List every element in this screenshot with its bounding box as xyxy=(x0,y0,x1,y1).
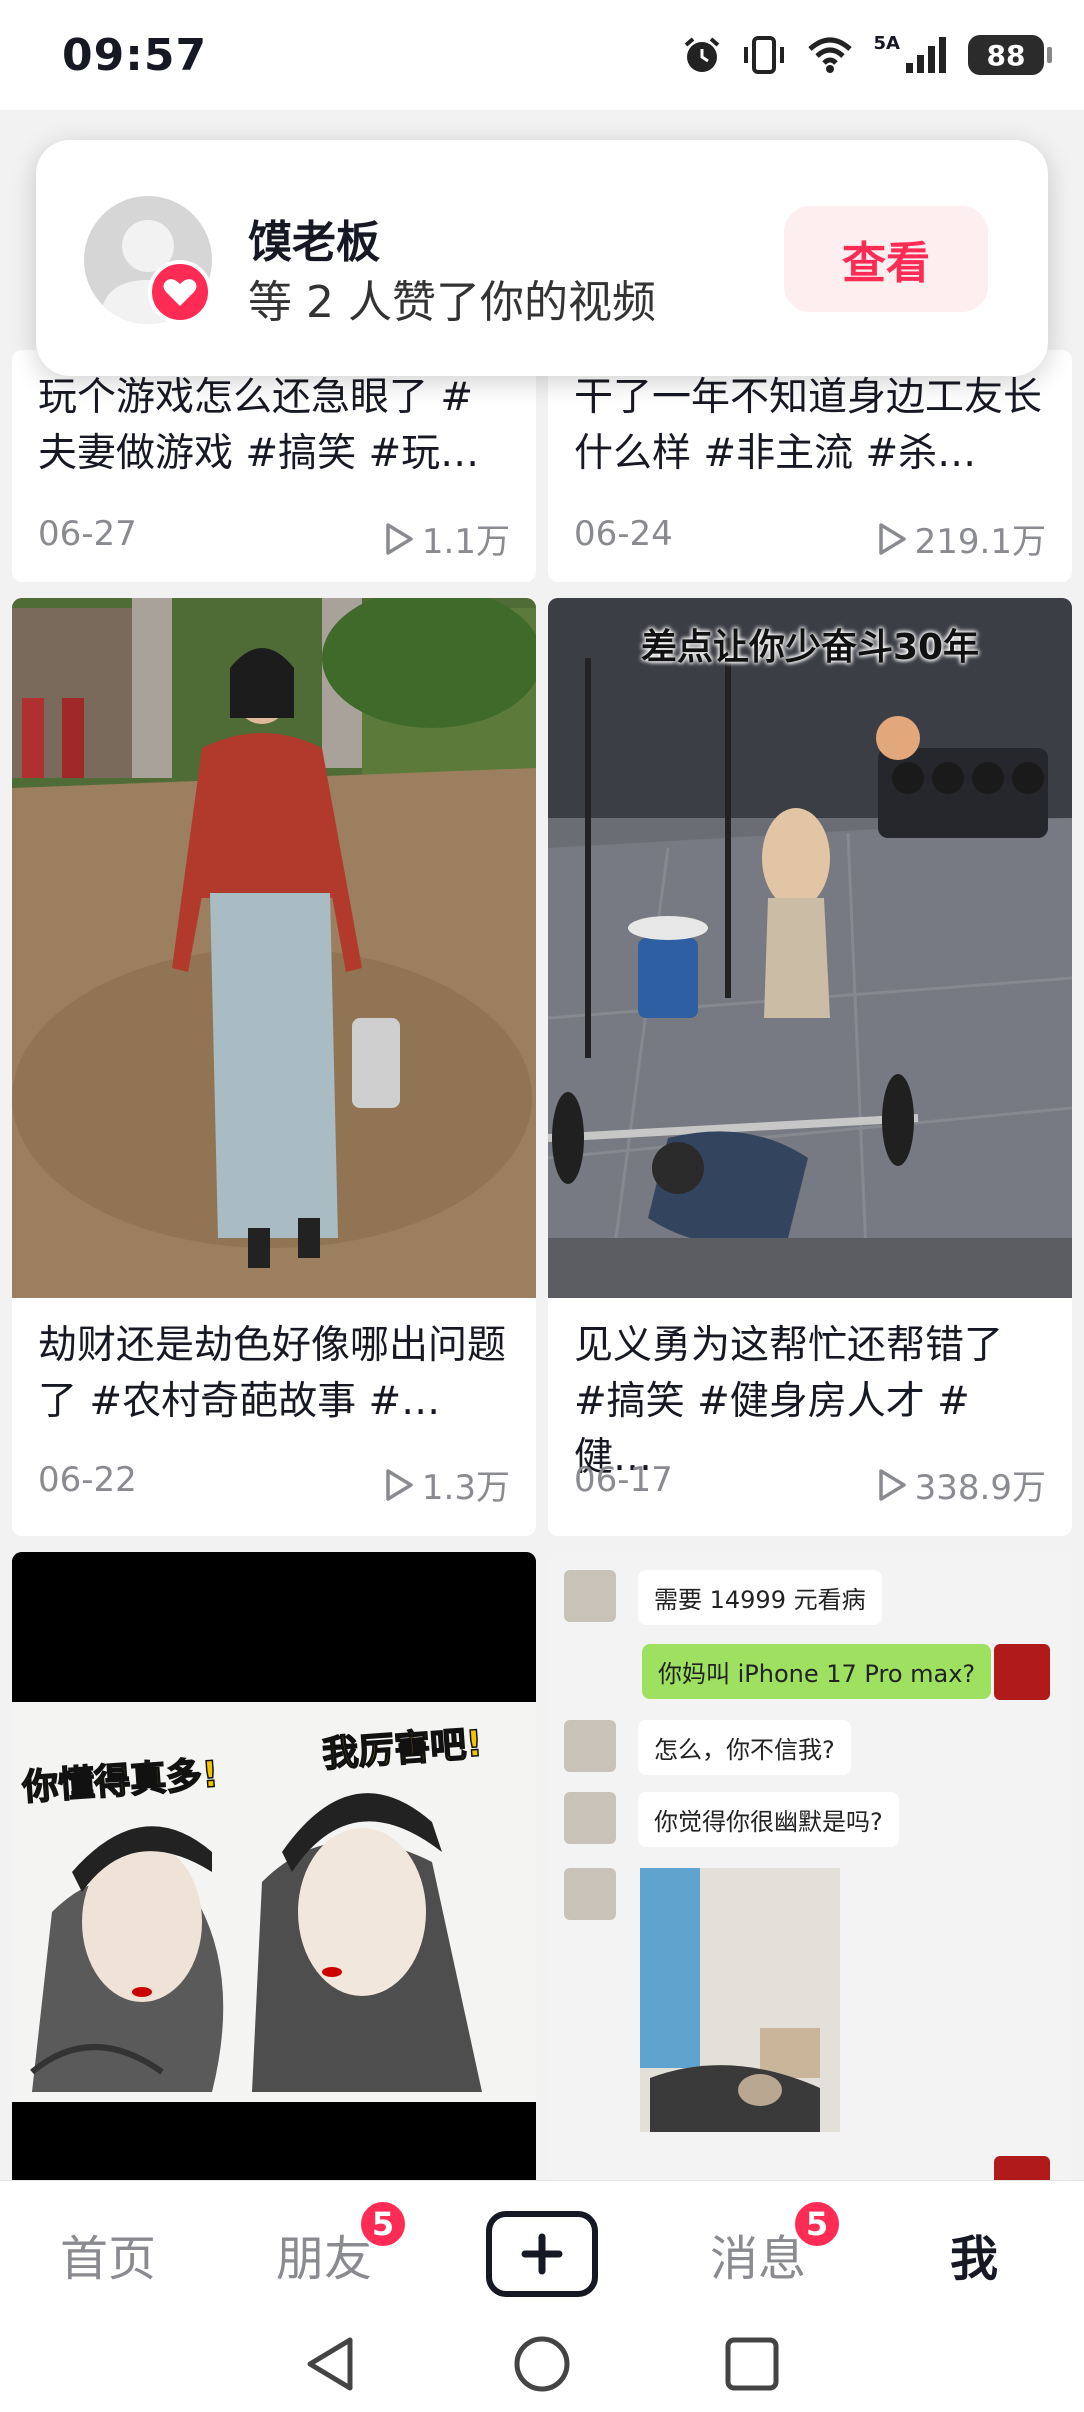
recents-icon[interactable] xyxy=(724,2336,780,2392)
system-nav-bar xyxy=(0,2320,1084,2412)
tab-messages[interactable]: 消息 xyxy=(710,2219,806,2289)
video-date: 06-17 xyxy=(574,1460,673,1500)
signal-icon xyxy=(906,37,946,73)
chat-bubble: 怎么，你不信我? xyxy=(638,1720,851,1775)
video-card[interactable]: 需要 14999 元看病 你妈叫 iPhone 17 Pro max? 怎么，你… xyxy=(548,1552,1072,2180)
tab-friends[interactable]: 朋友 xyxy=(276,2219,372,2289)
tab-me[interactable]: 我 xyxy=(950,2219,998,2289)
play-count: 338.9万 xyxy=(877,1460,1046,1509)
video-date: 06-22 xyxy=(38,1460,137,1500)
play-icon xyxy=(878,522,906,555)
video-card[interactable]: 玩个游戏怎么还急眼了 #夫妻做游戏 #搞笑 #玩… 06-27 1.1万 xyxy=(12,350,536,582)
chat-avatar-red xyxy=(994,1644,1050,1700)
status-bar: 09:57 5A 88 xyxy=(0,0,1084,110)
bottom-nav: 首页 朋友 5 消息 5 我 xyxy=(0,2180,1084,2320)
chat-avatar-red xyxy=(994,2156,1050,2180)
video-title: 干了一年不知道身边工友长什么样 #非主流 #杀… xyxy=(574,375,1043,476)
video-date: 06-27 xyxy=(38,514,137,554)
video-card[interactable]: 差点让你少奋斗30年 见义勇为这帮忙还帮错了 #搞笑 #健身房人才 #健… 06… xyxy=(548,598,1072,1536)
home-circle-icon[interactable] xyxy=(512,2334,572,2394)
notification-message: 等 2 人赞了你的视频 xyxy=(248,277,656,328)
video-title: 玩个游戏怎么还急眼了 #夫妻做游戏 #搞笑 #玩… xyxy=(38,375,480,476)
video-grid: 玩个游戏怎么还急眼了 #夫妻做游戏 #搞笑 #玩… 06-27 1.1万 干了一… xyxy=(12,350,1072,2180)
vibrate-icon xyxy=(743,36,784,74)
view-button[interactable]: 查看 xyxy=(784,206,988,312)
video-thumbnail xyxy=(12,1552,536,2180)
thumbnail-caption: 差点让你少奋斗30年 xyxy=(640,627,980,668)
video-title: 劫财还是劫色好像哪出问题了 #农村奇葩故事 #… xyxy=(38,1323,507,1424)
alarm-icon xyxy=(684,37,719,72)
status-icons: 5A 88 xyxy=(682,30,1052,80)
chat-bubble: 你觉得你很幽默是吗? xyxy=(638,1792,899,1847)
battery-icon: 88 xyxy=(968,35,1052,75)
friends-badge: 5 xyxy=(358,2199,408,2249)
create-button[interactable] xyxy=(486,2211,598,2297)
back-icon[interactable] xyxy=(302,2334,358,2394)
network-label: 5A xyxy=(873,32,900,54)
play-icon xyxy=(878,1468,906,1501)
play-count: 1.3万 xyxy=(384,1460,510,1509)
video-thumbnail xyxy=(548,598,1072,1298)
play-count: 219.1万 xyxy=(877,514,1046,563)
status-time: 09:57 xyxy=(62,30,208,81)
chat-avatar xyxy=(564,1792,616,1844)
video-card[interactable]: 你懂得真多! 我厉害吧! xyxy=(12,1552,536,2180)
chat-avatar xyxy=(564,1570,616,1622)
video-card[interactable]: 劫财还是劫色好像哪出问题了 #农村奇葩故事 #… 06-22 1.3万 xyxy=(12,598,536,1536)
heart-icon xyxy=(148,260,212,324)
play-icon xyxy=(386,522,413,555)
battery-level: 88 xyxy=(986,38,1026,72)
messages-badge: 5 xyxy=(792,2199,842,2249)
wifi-icon xyxy=(807,37,852,73)
video-date: 06-24 xyxy=(574,514,673,554)
chat-image xyxy=(640,1868,840,2132)
like-notification-popup[interactable]: 馍老板 等 2 人赞了你的视频 查看 xyxy=(36,140,1048,376)
video-thumbnail xyxy=(12,598,536,1298)
chat-avatar xyxy=(564,1868,616,1920)
video-card[interactable]: 干了一年不知道身边工友长什么样 #非主流 #杀… 06-24 219.1万 xyxy=(548,350,1072,582)
chat-avatar xyxy=(564,1720,616,1772)
chat-bubble: 需要 14999 元看病 xyxy=(638,1570,882,1625)
play-count: 1.1万 xyxy=(384,514,510,563)
plus-icon xyxy=(521,2233,563,2275)
play-icon xyxy=(386,1468,413,1501)
notification-username: 馍老板 xyxy=(248,217,380,268)
tab-home[interactable]: 首页 xyxy=(60,2219,156,2289)
chat-bubble: 你妈叫 iPhone 17 Pro max? xyxy=(642,1644,992,1699)
